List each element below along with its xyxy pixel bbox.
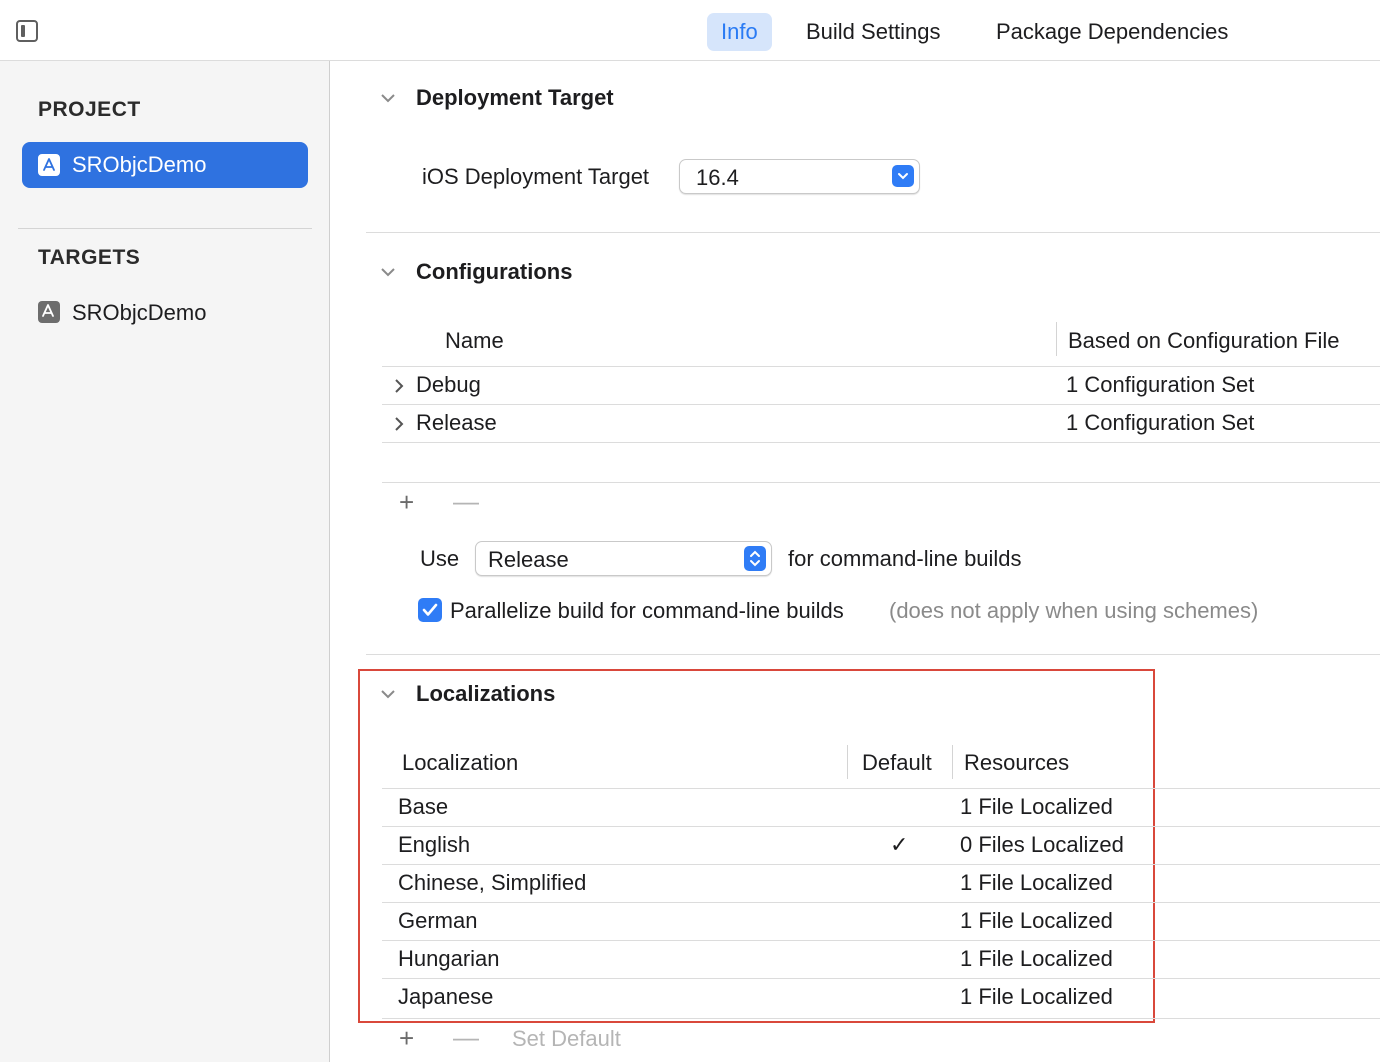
table-row[interactable]: Chinese, Simplified 1 File Localized bbox=[382, 865, 1380, 902]
loc-column-localization[interactable]: Localization bbox=[402, 750, 518, 776]
remove-configuration-button[interactable]: — bbox=[453, 488, 479, 514]
tab-package-dependencies[interactable]: Package Dependencies bbox=[982, 13, 1242, 51]
section-divider bbox=[366, 232, 1380, 233]
ios-deployment-target-value: 16.4 bbox=[696, 165, 739, 190]
loc-row-resources: 1 File Localized bbox=[960, 946, 1113, 971]
chevron-right-icon[interactable] bbox=[392, 378, 406, 394]
loc-row-name: German bbox=[398, 908, 478, 933]
loc-column-default[interactable]: Default bbox=[862, 750, 932, 776]
table-bottom-divider bbox=[382, 482, 1380, 483]
app-target-icon bbox=[38, 301, 60, 323]
configurations-section-title: Configurations bbox=[416, 259, 573, 284]
table-row[interactable]: English ✓ 0 Files Localized bbox=[382, 827, 1380, 864]
command-line-configuration-value: Release bbox=[488, 547, 569, 572]
ios-deployment-target-label: iOS Deployment Target bbox=[422, 164, 650, 189]
parallelize-checkbox[interactable] bbox=[418, 598, 442, 622]
localizations-section-title: Localizations bbox=[416, 681, 556, 706]
parallelize-label: Parallelize build for command-line build… bbox=[450, 598, 844, 623]
loc-row-resources: 0 Files Localized bbox=[960, 832, 1124, 857]
chevron-right-icon[interactable] bbox=[392, 416, 406, 432]
loc-row-resources: 1 File Localized bbox=[960, 984, 1113, 1009]
loc-row-resources: 1 File Localized bbox=[960, 870, 1113, 895]
localizations-disclosure-chevron-icon[interactable] bbox=[379, 685, 397, 703]
config-row-name: Release bbox=[416, 410, 497, 435]
configurations-disclosure-chevron-icon[interactable] bbox=[379, 263, 397, 281]
checkmark-icon bbox=[422, 603, 438, 616]
sidebar-item-target-label: SRObjcDemo bbox=[72, 300, 207, 325]
tab-build-settings[interactable]: Build Settings bbox=[792, 13, 955, 51]
app-project-icon bbox=[38, 154, 60, 176]
section-divider bbox=[366, 654, 1380, 655]
project-navigator-sidebar bbox=[0, 61, 330, 1062]
command-line-builds-label: for command-line builds bbox=[788, 546, 1022, 571]
editor-tab-bar: Info Build Settings Package Dependencies bbox=[0, 0, 1380, 61]
tab-info[interactable]: Info bbox=[707, 13, 772, 51]
table-row[interactable]: Hungarian 1 File Localized bbox=[382, 941, 1380, 978]
loc-row-name: Chinese, Simplified bbox=[398, 870, 587, 895]
loc-row-resources: 1 File Localized bbox=[960, 908, 1113, 933]
deployment-section-title: Deployment Target bbox=[416, 85, 614, 110]
remove-localization-button[interactable]: — bbox=[453, 1024, 479, 1050]
loc-row-default: ✓ bbox=[890, 832, 909, 857]
config-column-name[interactable]: Name bbox=[445, 328, 504, 354]
targets-section-header: TARGETS bbox=[38, 246, 141, 269]
loc-row-name: English bbox=[398, 832, 471, 857]
config-row-file: 1 Configuration Set bbox=[1066, 410, 1255, 435]
deployment-disclosure-chevron-icon[interactable] bbox=[379, 89, 397, 107]
table-row[interactable]: Base 1 File Localized bbox=[382, 789, 1380, 826]
table-row[interactable]: German 1 File Localized bbox=[382, 903, 1380, 940]
row-divider bbox=[382, 442, 1380, 443]
ios-deployment-target-popup[interactable]: 16.4 bbox=[679, 159, 920, 194]
sidebar-item-target[interactable]: SRObjcDemo bbox=[22, 289, 308, 335]
loc-row-name: Base bbox=[398, 794, 449, 819]
parallelize-note: (does not apply when using schemes) bbox=[889, 598, 1259, 623]
loc-row-name: Japanese bbox=[398, 984, 494, 1009]
column-separator bbox=[1056, 322, 1057, 356]
use-label: Use bbox=[420, 546, 460, 571]
loc-row-resources: 1 File Localized bbox=[960, 794, 1113, 819]
config-column-file[interactable]: Based on Configuration File bbox=[1068, 328, 1340, 354]
config-row-file: 1 Configuration Set bbox=[1066, 372, 1255, 397]
sidebar-item-project[interactable]: SRObjcDemo bbox=[22, 142, 308, 188]
column-separator bbox=[952, 745, 953, 779]
column-separator bbox=[847, 745, 848, 779]
command-line-configuration-popup[interactable]: Release bbox=[475, 541, 772, 576]
popup-up-down-chevron-icon bbox=[744, 546, 766, 571]
table-row[interactable]: Release 1 Configuration Set bbox=[382, 405, 1380, 442]
project-section-header: PROJECT bbox=[38, 98, 141, 121]
add-configuration-button[interactable]: + bbox=[399, 489, 414, 515]
loc-row-name: Hungarian bbox=[398, 946, 500, 971]
config-row-name: Debug bbox=[416, 372, 481, 397]
sidebar-toggle-icon[interactable] bbox=[16, 20, 38, 42]
sidebar-divider bbox=[18, 228, 312, 229]
popup-chevron-down-icon bbox=[892, 165, 914, 187]
table-row[interactable]: Japanese 1 File Localized bbox=[382, 979, 1380, 1016]
table-row[interactable]: Debug 1 Configuration Set bbox=[382, 367, 1380, 404]
sidebar-item-project-label: SRObjcDemo bbox=[72, 152, 207, 177]
table-bottom-divider bbox=[382, 1018, 1380, 1019]
add-localization-button[interactable]: + bbox=[399, 1025, 414, 1051]
set-default-button[interactable]: Set Default bbox=[512, 1026, 621, 1052]
loc-column-resources[interactable]: Resources bbox=[964, 750, 1069, 776]
